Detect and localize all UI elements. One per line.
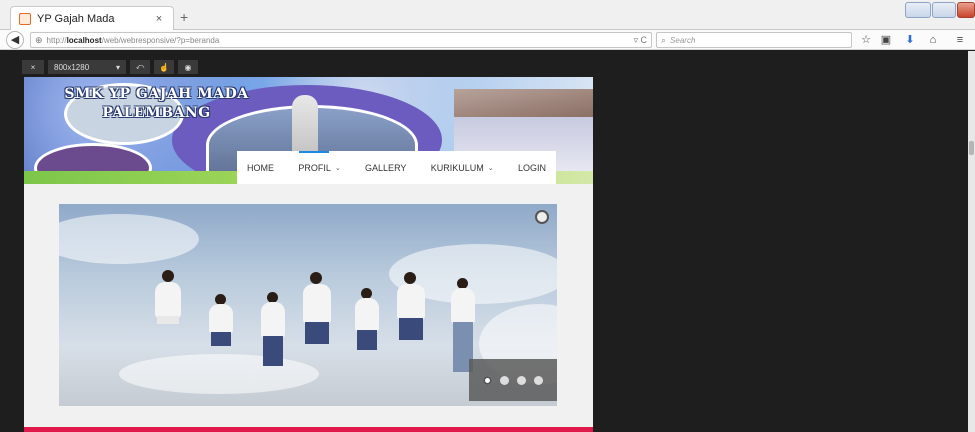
- cloud: [59, 214, 199, 264]
- slider-dot[interactable]: [483, 375, 492, 385]
- download-icon[interactable]: ⬇: [902, 32, 918, 48]
- close-window-button[interactable]: [957, 2, 975, 18]
- menu-icon[interactable]: ≡: [952, 32, 968, 48]
- site-nav-menu: HOME PROFIL ⌄ GALLERY KURIKULUM ⌄ LOGIN: [237, 151, 556, 184]
- chevron-down-icon: ⌄: [487, 164, 494, 172]
- school-name-line2: PALEMBANG: [102, 105, 211, 121]
- footer-accent-stripe: [24, 427, 593, 432]
- student-leg: [399, 318, 423, 340]
- school-name-line1: SMK YP GAJAH MADA: [64, 86, 249, 102]
- slider-dot[interactable]: [534, 375, 543, 385]
- title-bar: YP Gajah Mada × +: [0, 0, 975, 30]
- nav-label: LOGIN: [517, 162, 546, 173]
- url-text: http://localhost/web/webresponsive/?p=be…: [46, 35, 220, 45]
- search-placeholder: Search: [670, 35, 696, 45]
- home-icon[interactable]: ⌂: [925, 32, 941, 48]
- nav-item-home[interactable]: HOME: [247, 163, 274, 173]
- nav-label: PROFIL: [298, 162, 331, 173]
- school-name: SMK YP GAJAH MADA PALEMBANG: [64, 85, 249, 123]
- responsive-toolbar: × 800x1280 ▾ ⤺ ☝ ◉: [22, 60, 222, 74]
- slider-dot[interactable]: [517, 375, 526, 385]
- device-size-select[interactable]: 800x1280 ▾: [48, 60, 126, 74]
- student-head: [162, 270, 174, 282]
- student-head: [404, 272, 416, 284]
- rotate-icon[interactable]: ⤺: [130, 60, 150, 74]
- student-figure: [451, 288, 475, 324]
- maximize-button[interactable]: [932, 2, 956, 18]
- rdm-close-button[interactable]: ×: [22, 60, 44, 74]
- clipboard-icon[interactable]: ▣: [878, 32, 894, 48]
- image-slider[interactable]: [59, 204, 557, 406]
- navigation-bar: ◀ ⊕ http://localhost/web/webresponsive/?…: [0, 30, 975, 50]
- reload-icon[interactable]: ▿ C: [633, 35, 647, 46]
- search-icon: ⌕: [661, 34, 667, 45]
- bookmark-star-icon[interactable]: ☆: [858, 32, 874, 48]
- chevron-down-icon: ⌄: [334, 164, 341, 172]
- student-head: [310, 272, 322, 284]
- chevron-down-icon: ▾: [115, 62, 120, 72]
- favicon-icon: [19, 12, 31, 25]
- building-roof: [454, 89, 593, 117]
- touch-icon[interactable]: ☝: [154, 60, 174, 74]
- scrollbar[interactable]: [968, 51, 975, 432]
- student-figure: [303, 284, 331, 324]
- student-figure: [209, 304, 233, 334]
- nav-item-gallery[interactable]: GALLERY: [365, 163, 406, 173]
- nav-active-indicator: [299, 151, 329, 153]
- student-figure: [155, 282, 181, 318]
- student-figure: [355, 298, 379, 332]
- slider-dot[interactable]: [500, 375, 509, 385]
- minimize-button[interactable]: [905, 2, 931, 18]
- header-banner: SMK YP GAJAH MADA PALEMBANG HOME PROFIL ⌄…: [24, 77, 593, 184]
- loading-spinner-icon: [535, 210, 549, 224]
- student-leg: [211, 332, 231, 346]
- student-leg: [357, 330, 377, 350]
- student-figure: [397, 284, 425, 320]
- nav-label: GALLERY: [365, 162, 407, 173]
- student-figure: [261, 302, 285, 338]
- nav-label: HOME: [247, 162, 274, 173]
- camera-icon[interactable]: ◉: [178, 60, 198, 74]
- web-page: SMK YP GAJAH MADA PALEMBANG HOME PROFIL ⌄…: [24, 77, 593, 432]
- nav-item-login[interactable]: LOGIN: [518, 163, 546, 173]
- nav-item-profil[interactable]: PROFIL ⌄: [298, 163, 340, 173]
- nav-label: KURIKULUM: [430, 162, 484, 173]
- search-bar[interactable]: ⌕ Search: [656, 32, 852, 48]
- globe-icon: ⊕: [35, 34, 43, 45]
- student-leg: [157, 316, 179, 324]
- new-tab-button[interactable]: +: [180, 9, 188, 25]
- tab-close-icon[interactable]: ×: [153, 13, 165, 25]
- nav-item-kurikulum[interactable]: KURIKULUM ⌄: [431, 163, 494, 173]
- scroll-thumb[interactable]: [969, 141, 974, 155]
- browser-tab[interactable]: YP Gajah Mada ×: [10, 6, 174, 30]
- slider-pagination: [469, 359, 557, 401]
- back-arrow-icon[interactable]: ◀: [6, 31, 24, 49]
- student-leg: [263, 336, 283, 366]
- url-bar[interactable]: ⊕ http://localhost/web/webresponsive/?p=…: [30, 32, 652, 48]
- cloud: [119, 354, 319, 394]
- device-size-label: 800x1280: [54, 62, 90, 72]
- student-leg: [305, 322, 329, 344]
- tab-title: YP Gajah Mada: [37, 12, 115, 25]
